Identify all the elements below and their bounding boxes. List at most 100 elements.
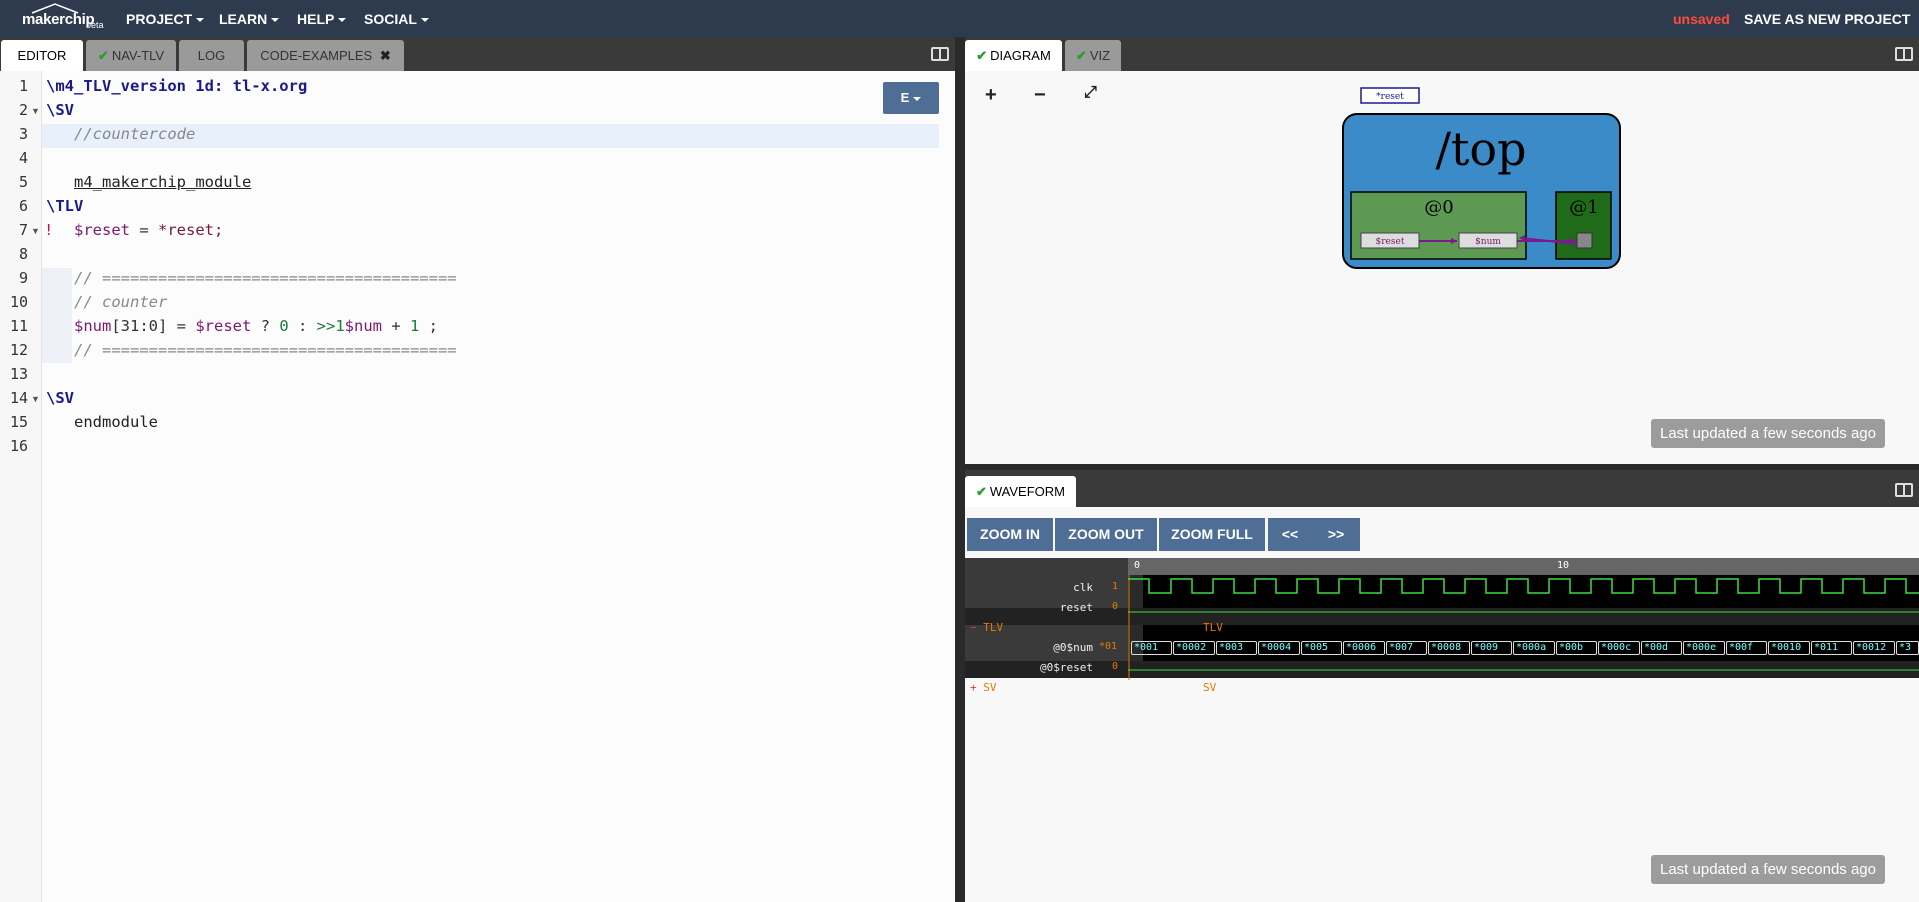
scope-sv-toggle[interactable]: + SV — [970, 681, 997, 694]
line-number: 10 — [9, 293, 28, 311]
close-icon[interactable]: ✖ — [380, 48, 391, 63]
line-number: 8 — [18, 245, 28, 263]
split-panel-icon[interactable] — [1895, 483, 1913, 497]
line-number: 5 — [18, 173, 28, 191]
num-value-3: *0004 — [1258, 641, 1300, 655]
code-editor[interactable]: 1 2 ▼ 3 4 5 6 7 ▼ 8 9 10 11 12 13 14 ▼ 1… — [0, 71, 955, 902]
makerchip-logo[interactable]: makerchip beta — [20, 2, 114, 34]
chevron-down-icon — [338, 18, 347, 23]
signal-reset-value: 0 — [1112, 601, 1119, 612]
indent-highlight — [42, 268, 72, 363]
num-value-9: *000a — [1513, 641, 1555, 655]
chevron-down-icon — [196, 18, 205, 23]
line-number: 12 — [9, 341, 28, 359]
code-line-3: //countercode — [74, 125, 196, 143]
top-bar: makerchip beta PROJECT LEARN HELP SOCIAL… — [0, 0, 1919, 37]
sig-num-label: $num — [1475, 237, 1501, 247]
signal-0-reset-value: 0 — [1112, 661, 1119, 672]
zoom-in-button[interactable]: ZOOM IN — [967, 518, 1053, 551]
num-value-12: *00d — [1641, 641, 1682, 655]
menu-project[interactable]: PROJECT — [126, 11, 205, 27]
line-number: 14 — [9, 389, 28, 407]
scope-tlv-toggle[interactable]: − TLV — [970, 621, 1003, 634]
stage0-label: @0 — [1424, 197, 1453, 218]
stage1-label: @1 — [1569, 197, 1598, 218]
line-number: 9 — [18, 269, 28, 287]
clk-trace — [1128, 578, 1919, 594]
line-number: 15 — [9, 413, 28, 431]
tab-log[interactable]: LOG — [179, 40, 244, 71]
right-tab-bar: ✔ DIAGRAM ✔ VIZ — [965, 37, 1919, 71]
num-value-5: *0006 — [1343, 641, 1385, 655]
split-panel-icon[interactable] — [931, 47, 949, 61]
waveform-tab-bar: ✔ WAVEFORM — [965, 470, 1919, 507]
tick-label: 0 — [1134, 560, 1141, 571]
left-tab-bar: EDITOR ✔ NAV-TLV LOG CODE-EXAMPLES ✖ — [0, 37, 955, 71]
check-icon: ✔ — [976, 48, 988, 63]
signal-clk[interactable]: clk — [965, 581, 1093, 594]
line-number: 11 — [9, 317, 28, 335]
check-icon: ✔ — [975, 484, 987, 499]
num-value-11: *000c — [1598, 641, 1640, 655]
code-line-15: endmodule — [74, 413, 158, 431]
signal-0-reset[interactable]: @0$reset — [965, 661, 1093, 674]
num-value-15: *0010 — [1768, 641, 1810, 655]
zoom-full-button[interactable]: ZOOM FULL — [1159, 518, 1265, 551]
code-line-10: // counter — [74, 293, 168, 311]
fold-icon[interactable]: ▼ — [31, 226, 40, 236]
menu-social[interactable]: SOCIAL — [364, 11, 429, 27]
code-line-6: \TLV — [46, 197, 84, 215]
code-line-5: m4_makerchip_module — [74, 173, 252, 191]
fold-icon[interactable]: ▼ — [31, 394, 40, 404]
scroll-left-button[interactable]: << — [1268, 518, 1312, 551]
collapse-icon: − — [970, 621, 977, 634]
vertical-splitter[interactable] — [955, 37, 965, 902]
tab-editor[interactable]: EDITOR — [1, 40, 83, 71]
num-value-2: *003 — [1216, 641, 1257, 655]
code-line-1: \m4_TLV_version 1d: tl-x.org — [46, 77, 308, 95]
chevron-down-icon — [913, 96, 922, 101]
save-as-new-project-button[interactable]: SAVE AS NEW PROJECT — [1744, 11, 1910, 27]
fold-icon[interactable]: ▼ — [31, 106, 40, 116]
tick-label: 10 — [1557, 560, 1570, 571]
pipeline-diagram[interactable]: *reset /top @0 @1 $reset $num — [965, 71, 1919, 464]
tab-viz[interactable]: ✔ VIZ — [1065, 40, 1121, 71]
menu-learn[interactable]: LEARN — [219, 11, 280, 27]
top-scope-label: /top — [1435, 122, 1526, 176]
editor-mode-button[interactable]: E — [883, 82, 939, 114]
tab-code-examples[interactable]: CODE-EXAMPLES ✖ — [247, 40, 404, 71]
beta-label: beta — [86, 20, 104, 30]
num-value-6: *007 — [1386, 641, 1427, 655]
num-value-16: *011 — [1811, 641, 1852, 655]
tab-nav-tlv[interactable]: ✔ NAV-TLV — [86, 40, 176, 71]
num-value-4: *005 — [1301, 641, 1342, 655]
check-icon: ✔ — [97, 48, 109, 63]
num-value-13: *000e — [1683, 641, 1725, 655]
code-line-11: $num[31:0] = $reset ? 0 : >>1$num + 1 ; — [74, 317, 439, 335]
zoom-out-button[interactable]: ZOOM OUT — [1055, 518, 1157, 551]
scroll-right-button[interactable]: >> — [1312, 518, 1360, 551]
line-number: 4 — [18, 149, 28, 167]
check-icon: ✔ — [1075, 48, 1087, 63]
line-number: 16 — [9, 437, 28, 455]
line-number-gutter: 1 2 ▼ 3 4 5 6 7 ▼ 8 9 10 11 12 13 14 ▼ 1… — [0, 71, 42, 902]
scope-sv-label: SV — [1203, 681, 1217, 694]
split-panel-icon[interactable] — [1895, 47, 1913, 61]
waveform-traces — [1128, 575, 1919, 680]
signal-reset[interactable]: reset — [965, 601, 1093, 614]
signal-num[interactable]: @0$num — [965, 641, 1093, 654]
tab-diagram[interactable]: ✔ DIAGRAM — [965, 40, 1062, 71]
num-value-0: *001 — [1131, 641, 1172, 655]
num-value-14: *00f — [1726, 641, 1767, 655]
reset-input-label: *reset — [1376, 92, 1404, 102]
num-value-7: *0008 — [1428, 641, 1470, 655]
signal-num-value: *01 — [1099, 641, 1118, 652]
line-number: 13 — [9, 365, 28, 383]
menu-help[interactable]: HELP — [297, 11, 347, 27]
line-number: 7 — [18, 221, 28, 239]
tab-waveform[interactable]: ✔ WAVEFORM — [965, 476, 1076, 507]
waveform-empty-area — [965, 678, 1919, 698]
expand-icon: + — [970, 681, 977, 694]
chevron-down-icon — [271, 18, 280, 23]
chevron-down-icon — [420, 18, 429, 23]
